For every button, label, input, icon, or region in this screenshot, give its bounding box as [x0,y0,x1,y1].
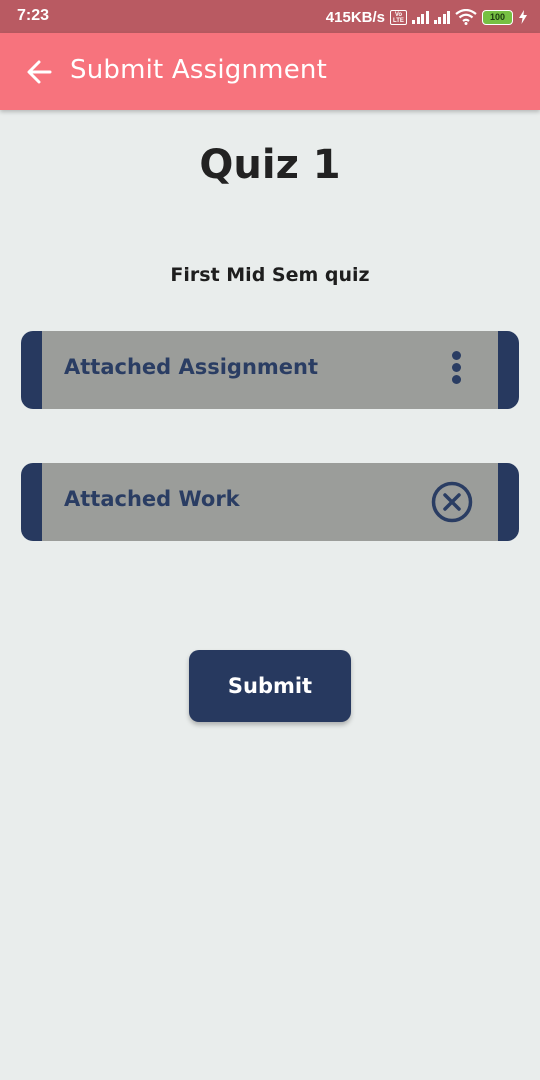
status-icons: 415KB/s Vo LTE 100 [326,6,528,28]
network-speed: 415KB/s [325,8,385,26]
volte-icon: Vo LTE [390,9,407,25]
signal-icon [433,10,450,24]
charging-bolt-icon [519,10,527,24]
attached-assignment-label: Attached Assignment [64,355,319,379]
battery-icon: 100 [482,9,513,25]
arrow-left-icon[interactable] [26,59,52,85]
signal-icon [412,10,429,24]
more-vert-icon[interactable] [450,351,462,389]
app-bar: Submit Assignment [0,33,540,110]
status-bar: 7:23 415KB/s Vo LTE 100 [0,0,540,33]
quiz-description: First Mid Sem quiz [170,264,370,286]
page-title: Submit Assignment [70,55,327,85]
status-time: 7:23 [17,7,50,24]
cancel-circle-icon[interactable] [430,480,474,524]
submit-button[interactable]: Submit [189,650,351,722]
attached-assignment-card[interactable]: Attached Assignment [21,331,519,409]
quiz-title: Quiz 1 [199,142,341,188]
wifi-icon [455,9,477,25]
attached-work-card[interactable]: Attached Work [21,463,519,541]
attached-work-label: Attached Work [64,487,240,511]
